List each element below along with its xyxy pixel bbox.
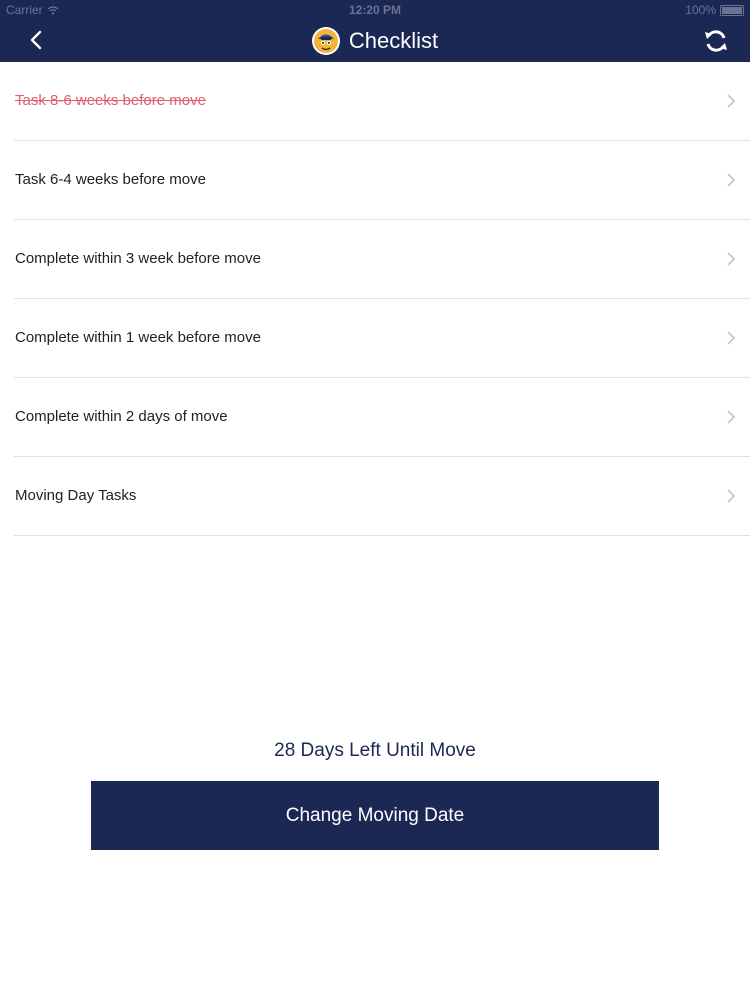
status-bar: Carrier 12:20 PM 100% — [0, 0, 750, 20]
chevron-right-icon — [727, 94, 736, 108]
change-moving-date-button[interactable]: Change Moving Date — [91, 781, 659, 850]
list-item[interactable]: Complete within 1 week before move — [14, 299, 750, 378]
chevron-right-icon — [727, 173, 736, 187]
item-label: Complete within 2 days of move — [15, 408, 228, 425]
chevron-right-icon — [727, 331, 736, 345]
list-item[interactable]: Complete within 3 week before move — [14, 220, 750, 299]
item-label: Complete within 1 week before move — [15, 329, 261, 346]
list-item[interactable]: Moving Day Tasks — [14, 457, 750, 536]
app-logo — [311, 27, 340, 55]
list-item[interactable]: Task 6-4 weeks before move — [14, 141, 750, 220]
status-time: 12:20 PM — [348, 3, 402, 17]
refresh-button[interactable] — [700, 25, 732, 57]
item-label: Moving Day Tasks — [15, 487, 137, 504]
list-item[interactable]: Complete within 2 days of move — [14, 378, 750, 457]
battery-percent: 100% — [685, 3, 716, 17]
checklist: Task 8-6 weeks before move Task 6-4 week… — [0, 62, 750, 536]
nav-title-group: Checklist — [0, 22, 750, 60]
status-battery: 100% — [685, 3, 744, 17]
chevron-right-icon — [727, 489, 736, 503]
list-item[interactable]: Task 8-6 weeks before move — [14, 62, 750, 141]
item-label: Complete within 3 week before move — [15, 250, 261, 267]
days-left-countdown: 28 Days Left Until Move — [274, 740, 476, 761]
chevron-right-icon — [727, 252, 736, 266]
battery-icon — [720, 4, 744, 16]
item-label-completed: Task 8-6 weeks before move — [15, 92, 206, 109]
chevron-right-icon — [727, 410, 736, 424]
page-title: Checklist — [348, 28, 439, 53]
refresh-icon — [705, 30, 727, 52]
item-label: Task 6-4 weeks before move — [15, 171, 206, 188]
mascot-logo-icon — [313, 29, 338, 53]
navigation-bar: Carrier 12:20 PM 100% Checklist — [0, 0, 750, 62]
